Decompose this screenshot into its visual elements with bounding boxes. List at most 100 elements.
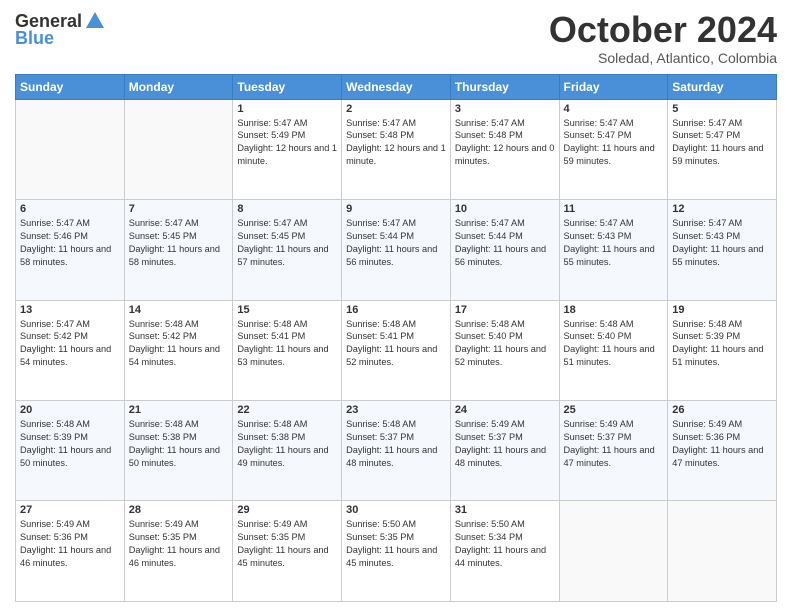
calendar-cell: 31 Sunrise: 5:50 AMSunset: 5:34 PMDayligh… bbox=[450, 501, 559, 602]
day-number: 18 bbox=[564, 304, 664, 316]
calendar-cell: 25Sunrise: 5:49 AMSunset: 5:37 PMDayligh… bbox=[559, 401, 668, 501]
calendar-cell: 1 Sunrise: 5:47 AMSunset: 5:49 PMDaylight… bbox=[233, 99, 342, 199]
day-number: 16 bbox=[346, 304, 446, 316]
calendar-cell: 7 Sunrise: 5:47 AMSunset: 5:45 PMDaylight… bbox=[124, 200, 233, 300]
calendar-cell: 17 Sunrise: 5:48 AMSunset: 5:40 PMDayligh… bbox=[450, 300, 559, 400]
calendar-cell: 8 Sunrise: 5:47 AMSunset: 5:45 PMDaylight… bbox=[233, 200, 342, 300]
day-info: Sunrise: 5:49 AMSunset: 5:35 PMDaylight:… bbox=[129, 518, 229, 570]
day-info: Sunrise: 5:47 AMSunset: 5:45 PMDaylight:… bbox=[129, 217, 229, 269]
col-thursday: Thursday bbox=[450, 74, 559, 99]
day-number: 20 bbox=[20, 404, 120, 416]
calendar-cell bbox=[559, 501, 668, 602]
col-wednesday: Wednesday bbox=[342, 74, 451, 99]
day-info: Sunrise: 5:47 AMSunset: 5:42 PMDaylight:… bbox=[20, 318, 120, 370]
calendar-cell: 27Sunrise: 5:49 AMSunset: 5:36 PMDayligh… bbox=[16, 501, 125, 602]
day-info: Sunrise: 5:50 AMSunset: 5:34 PMDaylight:… bbox=[455, 518, 555, 570]
day-number: 30 bbox=[346, 504, 446, 516]
calendar-cell: 5 Sunrise: 5:47 AMSunset: 5:47 PMDaylight… bbox=[668, 99, 777, 199]
col-sunday: Sunday bbox=[16, 74, 125, 99]
day-info: Sunrise: 5:48 AMSunset: 5:39 PMDaylight:… bbox=[20, 418, 120, 470]
day-number: 19 bbox=[672, 304, 772, 316]
calendar-cell: 2 Sunrise: 5:47 AMSunset: 5:48 PMDaylight… bbox=[342, 99, 451, 199]
day-info: Sunrise: 5:49 AMSunset: 5:35 PMDaylight:… bbox=[237, 518, 337, 570]
calendar-cell bbox=[668, 501, 777, 602]
calendar-cell: 21 Sunrise: 5:48 AMSunset: 5:38 PMDayligh… bbox=[124, 401, 233, 501]
col-friday: Friday bbox=[559, 74, 668, 99]
day-info: Sunrise: 5:47 AMSunset: 5:44 PMDaylight:… bbox=[455, 217, 555, 269]
day-info: Sunrise: 5:48 AMSunset: 5:42 PMDaylight:… bbox=[129, 318, 229, 370]
day-info: Sunrise: 5:47 AMSunset: 5:46 PMDaylight:… bbox=[20, 217, 120, 269]
day-number: 27 bbox=[20, 504, 120, 516]
day-info: Sunrise: 5:49 AMSunset: 5:37 PMDaylight:… bbox=[455, 418, 555, 470]
calendar-cell bbox=[16, 99, 125, 199]
day-number: 26 bbox=[672, 404, 772, 416]
day-info: Sunrise: 5:47 AMSunset: 5:43 PMDaylight:… bbox=[564, 217, 664, 269]
day-number: 21 bbox=[129, 404, 229, 416]
day-number: 15 bbox=[237, 304, 337, 316]
day-number: 31 bbox=[455, 504, 555, 516]
day-number: 17 bbox=[455, 304, 555, 316]
day-info: Sunrise: 5:47 AMSunset: 5:43 PMDaylight:… bbox=[672, 217, 772, 269]
day-number: 23 bbox=[346, 404, 446, 416]
col-tuesday: Tuesday bbox=[233, 74, 342, 99]
day-info: Sunrise: 5:47 AMSunset: 5:48 PMDaylight:… bbox=[455, 117, 555, 169]
day-info: Sunrise: 5:47 AMSunset: 5:47 PMDaylight:… bbox=[564, 117, 664, 169]
day-number: 10 bbox=[455, 203, 555, 215]
day-number: 29 bbox=[237, 504, 337, 516]
calendar-cell: 13 Sunrise: 5:47 AMSunset: 5:42 PMDayligh… bbox=[16, 300, 125, 400]
day-info: Sunrise: 5:47 AMSunset: 5:48 PMDaylight:… bbox=[346, 117, 446, 169]
day-info: Sunrise: 5:47 AMSunset: 5:45 PMDaylight:… bbox=[237, 217, 337, 269]
calendar-cell: 24 Sunrise: 5:49 AMSunset: 5:37 PMDayligh… bbox=[450, 401, 559, 501]
day-info: Sunrise: 5:47 AMSunset: 5:47 PMDaylight:… bbox=[672, 117, 772, 169]
calendar-cell: 18 Sunrise: 5:48 AMSunset: 5:40 PMDayligh… bbox=[559, 300, 668, 400]
logo-icon bbox=[84, 10, 106, 32]
day-info: Sunrise: 5:49 AMSunset: 5:37 PMDaylight:… bbox=[564, 418, 664, 470]
day-info: Sunrise: 5:48 AMSunset: 5:39 PMDaylight:… bbox=[672, 318, 772, 370]
location-subtitle: Soledad, Atlantico, Colombia bbox=[549, 50, 777, 66]
day-info: Sunrise: 5:50 AMSunset: 5:35 PMDaylight:… bbox=[346, 518, 446, 570]
calendar-cell: 10 Sunrise: 5:47 AMSunset: 5:44 PMDayligh… bbox=[450, 200, 559, 300]
day-number: 4 bbox=[564, 103, 664, 115]
calendar-cell: 3 Sunrise: 5:47 AMSunset: 5:48 PMDaylight… bbox=[450, 99, 559, 199]
calendar-cell: 19 Sunrise: 5:48 AMSunset: 5:39 PMDayligh… bbox=[668, 300, 777, 400]
day-info: Sunrise: 5:47 AMSunset: 5:49 PMDaylight:… bbox=[237, 117, 337, 169]
day-number: 6 bbox=[20, 203, 120, 215]
day-info: Sunrise: 5:48 AMSunset: 5:40 PMDaylight:… bbox=[455, 318, 555, 370]
calendar-cell bbox=[124, 99, 233, 199]
calendar-cell: 12Sunrise: 5:47 AMSunset: 5:43 PMDayligh… bbox=[668, 200, 777, 300]
day-number: 2 bbox=[346, 103, 446, 115]
day-number: 5 bbox=[672, 103, 772, 115]
calendar-cell: 26Sunrise: 5:49 AMSunset: 5:36 PMDayligh… bbox=[668, 401, 777, 501]
calendar-cell: 14 Sunrise: 5:48 AMSunset: 5:42 PMDayligh… bbox=[124, 300, 233, 400]
logo-blue-text: Blue bbox=[15, 28, 54, 49]
title-area: October 2024 Soledad, Atlantico, Colombi… bbox=[549, 10, 777, 66]
day-number: 3 bbox=[455, 103, 555, 115]
day-info: Sunrise: 5:48 AMSunset: 5:38 PMDaylight:… bbox=[129, 418, 229, 470]
calendar-cell: 9Sunrise: 5:47 AMSunset: 5:44 PMDaylight… bbox=[342, 200, 451, 300]
day-info: Sunrise: 5:48 AMSunset: 5:40 PMDaylight:… bbox=[564, 318, 664, 370]
day-number: 22 bbox=[237, 404, 337, 416]
day-info: Sunrise: 5:47 AMSunset: 5:44 PMDaylight:… bbox=[346, 217, 446, 269]
day-number: 1 bbox=[237, 103, 337, 115]
day-info: Sunrise: 5:48 AMSunset: 5:41 PMDaylight:… bbox=[237, 318, 337, 370]
calendar-cell: 15 Sunrise: 5:48 AMSunset: 5:41 PMDayligh… bbox=[233, 300, 342, 400]
calendar-cell: 20 Sunrise: 5:48 AMSunset: 5:39 PMDayligh… bbox=[16, 401, 125, 501]
calendar-table: Sunday Monday Tuesday Wednesday Thursday… bbox=[15, 74, 777, 602]
day-number: 24 bbox=[455, 404, 555, 416]
calendar-cell: 28 Sunrise: 5:49 AMSunset: 5:35 PMDayligh… bbox=[124, 501, 233, 602]
calendar-cell: 23Sunrise: 5:48 AMSunset: 5:37 PMDayligh… bbox=[342, 401, 451, 501]
calendar-cell: 16 Sunrise: 5:48 AMSunset: 5:41 PMDayligh… bbox=[342, 300, 451, 400]
day-number: 11 bbox=[564, 203, 664, 215]
day-number: 8 bbox=[237, 203, 337, 215]
day-number: 28 bbox=[129, 504, 229, 516]
col-monday: Monday bbox=[124, 74, 233, 99]
day-number: 7 bbox=[129, 203, 229, 215]
col-saturday: Saturday bbox=[668, 74, 777, 99]
day-number: 14 bbox=[129, 304, 229, 316]
month-title: October 2024 bbox=[549, 10, 777, 50]
calendar-cell: 30 Sunrise: 5:50 AMSunset: 5:35 PMDayligh… bbox=[342, 501, 451, 602]
day-number: 13 bbox=[20, 304, 120, 316]
calendar-cell: 11 Sunrise: 5:47 AMSunset: 5:43 PMDayligh… bbox=[559, 200, 668, 300]
calendar-cell: 4 Sunrise: 5:47 AMSunset: 5:47 PMDaylight… bbox=[559, 99, 668, 199]
day-info: Sunrise: 5:48 AMSunset: 5:41 PMDaylight:… bbox=[346, 318, 446, 370]
